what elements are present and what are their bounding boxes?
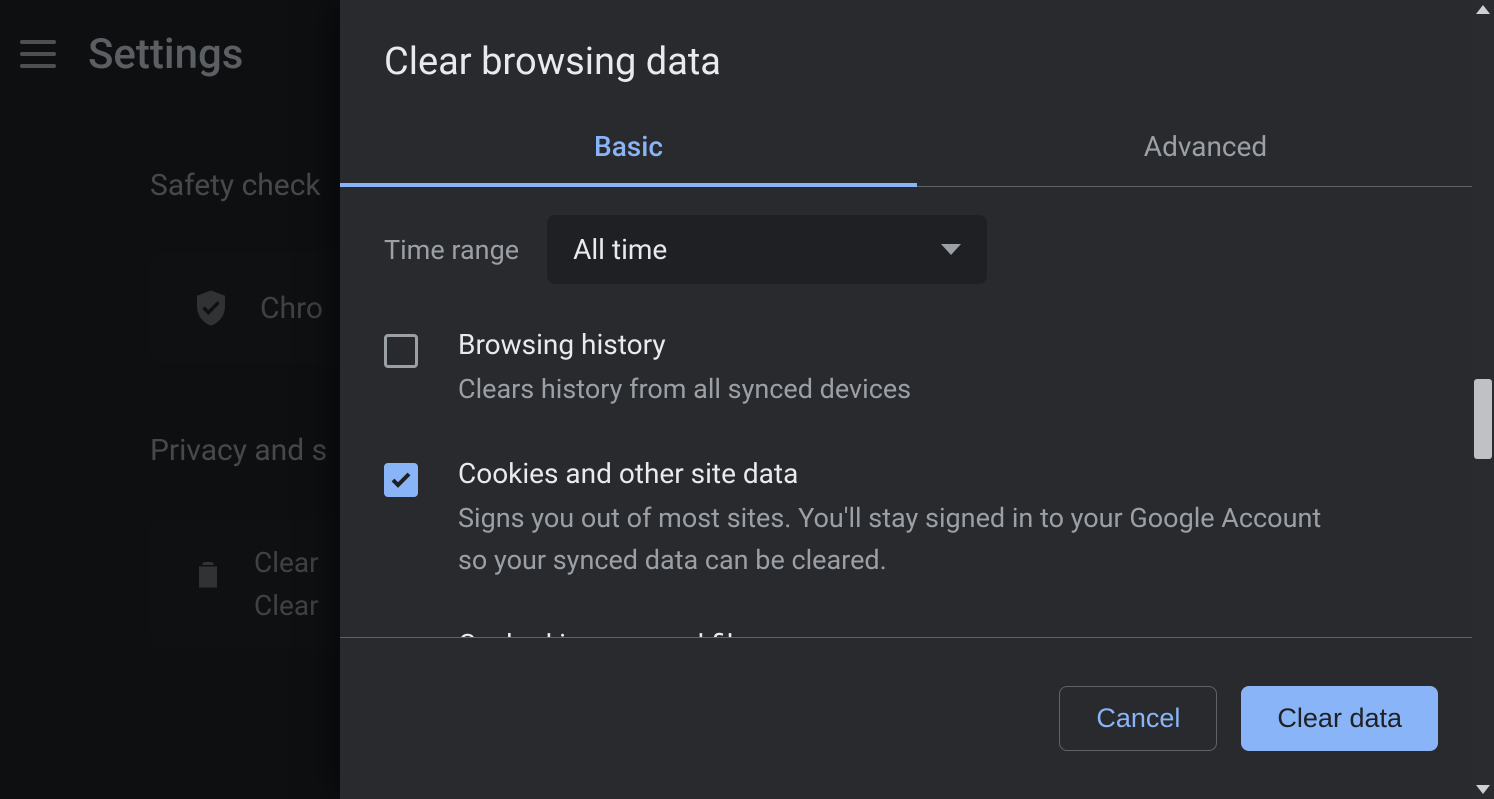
scroll-down-icon[interactable] xyxy=(1476,785,1490,794)
safety-card-text: Chro xyxy=(260,291,323,326)
time-range-label: Time range xyxy=(384,234,519,266)
page-scrollbar[interactable] xyxy=(1472,0,1494,799)
checkmark-icon xyxy=(389,468,413,492)
dialog-title: Clear browsing data xyxy=(340,0,1494,114)
clear-data-button[interactable]: Clear data xyxy=(1241,686,1438,751)
clear-card-line2: Clear xyxy=(254,589,319,622)
hamburger-menu-icon[interactable] xyxy=(20,40,56,68)
option-browsing-history[interactable]: Browsing history Clears history from all… xyxy=(384,328,1450,411)
option-cookies[interactable]: Cookies and other site data Signs you ou… xyxy=(384,457,1450,582)
option-cache-title: Cached images and files xyxy=(458,628,763,637)
tab-advanced[interactable]: Advanced xyxy=(917,114,1494,186)
dialog-tabs: Basic Advanced xyxy=(340,114,1494,187)
clear-browsing-data-dialog: Clear browsing data Basic Advanced Time … xyxy=(340,0,1494,799)
option-history-title: Browsing history xyxy=(458,328,911,361)
scroll-thumb[interactable] xyxy=(1474,379,1492,459)
trash-icon xyxy=(190,552,226,596)
time-range-select[interactable]: All time xyxy=(547,215,987,284)
scroll-up-icon[interactable] xyxy=(1476,5,1490,14)
checkbox-browsing-history[interactable] xyxy=(384,334,418,368)
clear-card-line1: Clear xyxy=(254,546,319,579)
tab-basic[interactable]: Basic xyxy=(340,114,917,187)
option-cookies-title: Cookies and other site data xyxy=(458,457,1338,490)
option-cookies-desc: Signs you out of most sites. You'll stay… xyxy=(458,498,1338,582)
page-title: Settings xyxy=(88,30,243,79)
chevron-down-icon xyxy=(941,244,961,255)
time-range-value: All time xyxy=(573,233,667,266)
checkbox-cookies[interactable] xyxy=(384,463,418,497)
option-history-desc: Clears history from all synced devices xyxy=(458,369,911,411)
option-cache[interactable]: Cached images and files xyxy=(384,628,1450,637)
shield-check-icon xyxy=(190,287,232,329)
cancel-button[interactable]: Cancel xyxy=(1059,686,1217,751)
